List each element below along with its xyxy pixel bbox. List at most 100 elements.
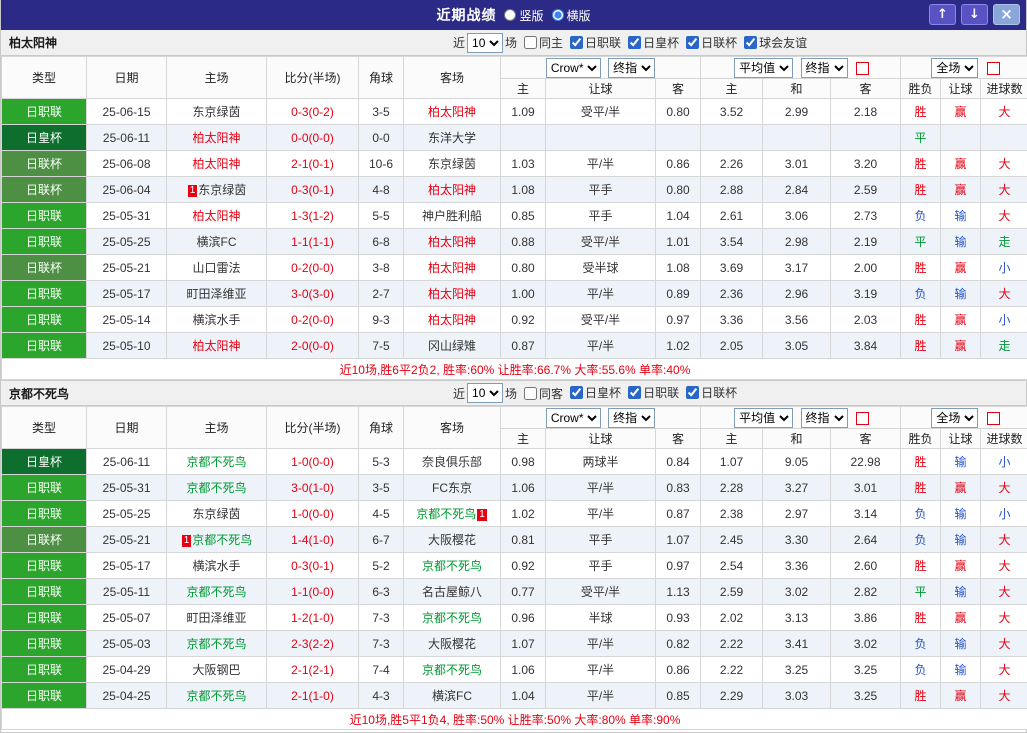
team-link[interactable]: 冈山绿雉: [428, 339, 476, 353]
team-link[interactable]: 京都不死鸟: [422, 611, 482, 625]
team-link[interactable]: 柏太阳神: [192, 339, 240, 353]
home-team-cell[interactable]: 京都不死鸟: [166, 630, 267, 657]
away-team-cell[interactable]: 大阪樱花: [403, 526, 501, 553]
away-team-cell[interactable]: 东洋大学: [403, 124, 501, 151]
team-link[interactable]: 横滨水手: [192, 313, 240, 327]
league-checkbox[interactable]: [628, 35, 642, 49]
away-team-cell[interactable]: 横滨FC: [403, 682, 501, 709]
score-cell[interactable]: 1-4(1-0): [266, 526, 359, 553]
team-link[interactable]: 柏太阳神: [428, 235, 476, 249]
away-team-cell[interactable]: 柏太阳神: [403, 98, 501, 125]
team-link[interactable]: 柏太阳神: [428, 183, 476, 197]
home-team-cell[interactable]: 京都不死鸟: [166, 682, 267, 709]
home-team-cell[interactable]: 东京绿茵: [166, 500, 267, 527]
home-team-cell[interactable]: 京都不死鸟: [166, 474, 267, 501]
away-team-cell[interactable]: 柏太阳神: [403, 306, 501, 333]
score-cell[interactable]: 0-2(0-0): [266, 254, 359, 281]
team-link[interactable]: 京都不死鸟: [186, 689, 246, 703]
home-team-cell[interactable]: 町田泽维亚: [166, 604, 267, 631]
away-team-cell[interactable]: 京都不死鸟: [403, 604, 501, 631]
home-team-cell[interactable]: 大阪钢巴: [166, 656, 267, 683]
team-link[interactable]: 大阪樱花: [428, 533, 476, 547]
score-cell[interactable]: 0-2(0-0): [266, 306, 359, 333]
league-checkbox[interactable]: [570, 386, 584, 399]
home-team-cell[interactable]: 京都不死鸟: [166, 448, 267, 475]
average-select[interactable]: 平均值: [734, 407, 794, 428]
horizontal-radio-input[interactable]: [551, 9, 564, 21]
league-checkbox[interactable]: [686, 386, 700, 399]
team-link[interactable]: 京都不死鸟: [186, 637, 246, 651]
team-link[interactable]: 东京绿茵: [198, 183, 246, 197]
arrow-up-icon[interactable]: ↑: [929, 4, 956, 25]
team-link[interactable]: 神户胜利船: [422, 209, 482, 223]
final-odds-select[interactable]: 终指: [800, 407, 848, 428]
score-cell[interactable]: 1-1(0-0): [266, 578, 359, 605]
score-cell[interactable]: 2-1(1-0): [266, 682, 359, 709]
score-cell[interactable]: 2-1(2-1): [266, 656, 359, 683]
same-side-checkbox[interactable]: [524, 36, 538, 49]
arrow-down-icon[interactable]: ↓: [961, 4, 988, 25]
home-team-cell[interactable]: 横滨水手: [166, 552, 267, 579]
match-count-select[interactable]: 10: [467, 32, 504, 53]
layout-radio-vertical[interactable]: 竖版: [504, 7, 544, 24]
team-link[interactable]: 东洋大学: [428, 131, 476, 145]
home-team-cell[interactable]: 东京绿茵: [166, 98, 267, 125]
away-team-cell[interactable]: 冈山绿雉: [403, 332, 501, 359]
away-team-cell[interactable]: 东京绿茵: [403, 150, 501, 177]
away-team-cell[interactable]: 大阪樱花: [403, 630, 501, 657]
team-link[interactable]: 柏太阳神: [192, 157, 240, 171]
league-checkbox[interactable]: [570, 35, 584, 49]
bookmaker-select[interactable]: Crow*: [545, 57, 601, 78]
away-team-cell[interactable]: 京都不死鸟: [403, 656, 501, 683]
team-link[interactable]: 横滨FC: [432, 689, 472, 703]
same-side-filter[interactable]: 同主: [517, 34, 563, 51]
same-side-filter[interactable]: 同客: [517, 385, 563, 402]
score-cell[interactable]: 3-0(3-0): [266, 280, 359, 307]
team-link[interactable]: 京都不死鸟: [186, 481, 246, 495]
score-cell[interactable]: 1-1(1-1): [266, 228, 359, 255]
team-link[interactable]: 町田泽维亚: [186, 287, 246, 301]
vertical-radio-input[interactable]: [504, 9, 517, 21]
league-checkbox[interactable]: [686, 35, 700, 49]
score-cell[interactable]: 1-0(0-0): [266, 500, 359, 527]
away-team-cell[interactable]: 柏太阳神: [403, 280, 501, 307]
match-count-select[interactable]: 10: [467, 383, 504, 403]
score-cell[interactable]: 0-3(0-1): [266, 176, 359, 203]
team-link[interactable]: 京都不死鸟: [416, 507, 476, 521]
team-link[interactable]: 大阪樱花: [428, 637, 476, 651]
score-cell[interactable]: 2-1(0-1): [266, 150, 359, 177]
score-cell[interactable]: 0-3(0-2): [266, 98, 359, 125]
team-link[interactable]: 东京绿茵: [428, 157, 476, 171]
team-link[interactable]: 横滨水手: [192, 559, 240, 573]
score-cell[interactable]: 0-3(0-1): [266, 552, 359, 579]
away-team-cell[interactable]: 京都不死鸟: [403, 552, 501, 579]
home-team-cell[interactable]: 山口雷法: [166, 254, 267, 281]
team-link[interactable]: 町田泽维亚: [186, 611, 246, 625]
final-odds-select[interactable]: 终指: [800, 57, 848, 78]
away-team-cell[interactable]: 名古屋鲸八: [403, 578, 501, 605]
league-checkbox[interactable]: [744, 35, 758, 49]
away-team-cell[interactable]: 柏太阳神: [403, 228, 501, 255]
home-team-cell[interactable]: 柏太阳神: [166, 332, 267, 359]
team-link[interactable]: 柏太阳神: [428, 261, 476, 275]
team-link[interactable]: FC东京: [432, 481, 472, 495]
home-team-cell[interactable]: 柏太阳神: [166, 124, 267, 151]
same-side-checkbox[interactable]: [524, 386, 538, 400]
team-link[interactable]: 京都不死鸟: [186, 455, 246, 469]
team-link[interactable]: 奈良俱乐部: [422, 455, 482, 469]
home-team-cell[interactable]: 町田泽维亚: [166, 280, 267, 307]
team-link[interactable]: 京都不死鸟: [422, 663, 482, 677]
score-cell[interactable]: 1-2(1-0): [266, 604, 359, 631]
home-team-cell[interactable]: 柏太阳神: [166, 150, 267, 177]
home-team-cell[interactable]: 横滨水手: [166, 306, 267, 333]
league-filter[interactable]: 日皇杯: [563, 384, 621, 401]
home-team-cell[interactable]: 柏太阳神: [166, 202, 267, 229]
team-link[interactable]: 柏太阳神: [428, 287, 476, 301]
league-filter[interactable]: 日职联: [621, 384, 679, 401]
final-odds-select[interactable]: 终指: [608, 407, 656, 428]
close-icon[interactable]: ×: [993, 4, 1020, 25]
team-link[interactable]: 京都不死鸟: [186, 585, 246, 599]
team-link[interactable]: 柏太阳神: [428, 105, 476, 119]
league-filter[interactable]: 日职联: [563, 34, 621, 51]
scope-select[interactable]: 全场: [931, 57, 979, 78]
